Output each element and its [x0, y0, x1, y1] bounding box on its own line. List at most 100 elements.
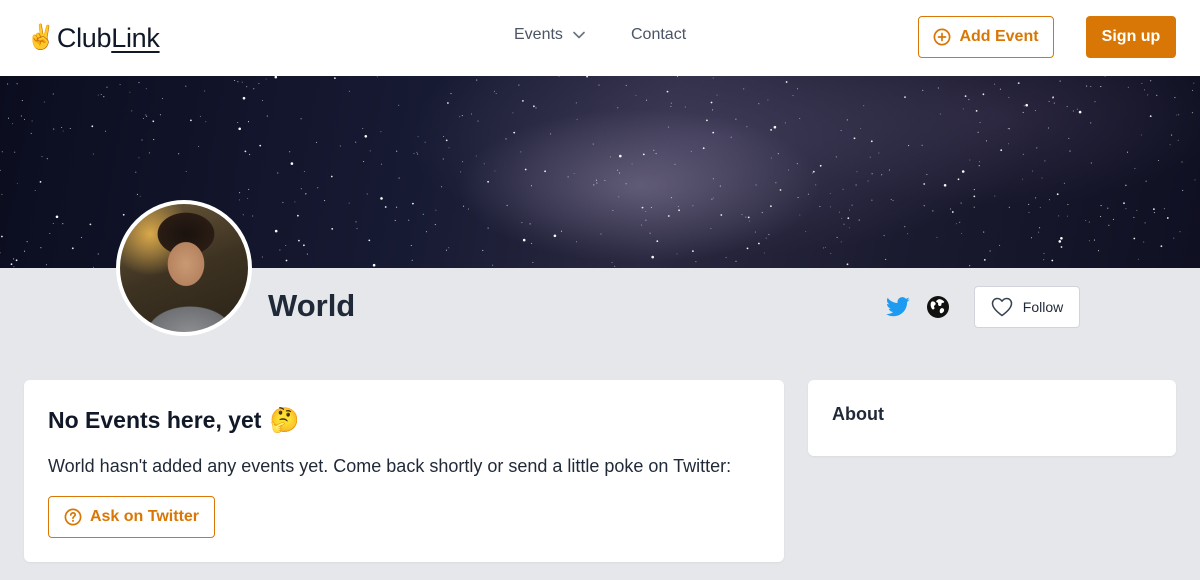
star — [1053, 102, 1055, 104]
star — [1143, 89, 1146, 91]
star — [15, 259, 18, 262]
star — [677, 205, 679, 207]
star — [567, 176, 569, 178]
star — [1163, 208, 1165, 210]
star — [642, 153, 645, 156]
star — [62, 130, 64, 132]
star — [521, 222, 523, 224]
follow-button[interactable]: Follow — [974, 286, 1080, 328]
victory-hand-icon: ✌️ — [26, 24, 56, 51]
star — [535, 107, 537, 109]
star — [1025, 103, 1028, 107]
star — [983, 231, 985, 233]
star — [670, 102, 672, 104]
star — [1169, 144, 1171, 146]
star — [1153, 212, 1155, 214]
add-event-button[interactable]: Add Event — [918, 16, 1054, 58]
star — [259, 144, 262, 147]
ask-on-twitter-button[interactable]: Ask on Twitter — [48, 496, 215, 538]
star — [667, 215, 670, 217]
star — [651, 255, 654, 259]
star — [676, 253, 678, 255]
star — [131, 110, 133, 112]
star — [104, 130, 107, 132]
star — [745, 216, 747, 218]
star — [53, 128, 55, 130]
star — [819, 205, 821, 208]
twitter-icon[interactable] — [886, 296, 910, 318]
star — [755, 184, 757, 186]
ask-on-twitter-label: Ask on Twitter — [89, 508, 200, 525]
star — [645, 210, 647, 213]
star — [758, 242, 760, 245]
star — [141, 139, 143, 141]
add-event-label: Add Event — [959, 28, 1039, 45]
nav-events-label: Events — [514, 26, 563, 43]
top-navigation-bar: ✌️ Club Link Events Contact Add Event Si… — [0, 0, 1200, 76]
star — [1051, 259, 1054, 262]
star — [92, 266, 95, 268]
star — [1100, 86, 1102, 88]
nav-events-dropdown[interactable]: Events — [514, 26, 585, 44]
globe-icon[interactable] — [926, 295, 950, 319]
star — [100, 93, 102, 96]
star — [796, 163, 798, 165]
star — [494, 170, 496, 172]
star — [1160, 245, 1163, 248]
star — [241, 81, 243, 83]
star — [871, 199, 873, 201]
star — [720, 214, 723, 216]
star — [631, 163, 633, 165]
star — [7, 117, 10, 119]
star — [460, 171, 462, 173]
star — [372, 263, 376, 267]
clublink-logo[interactable]: ✌️ Club Link — [26, 22, 160, 54]
star — [881, 174, 883, 176]
star — [710, 101, 713, 104]
question-circle-icon — [64, 508, 82, 526]
star — [999, 88, 1001, 90]
star — [1031, 170, 1034, 172]
star — [274, 229, 278, 233]
star — [1174, 97, 1176, 99]
star — [1008, 128, 1010, 130]
star — [1182, 189, 1184, 191]
sign-up-button[interactable]: Sign up — [1086, 16, 1176, 58]
star — [289, 151, 291, 153]
star — [238, 199, 240, 201]
star — [670, 105, 672, 107]
star — [712, 131, 715, 134]
star — [152, 120, 155, 123]
nav-contact-link[interactable]: Contact — [631, 26, 686, 44]
star — [994, 83, 996, 85]
star — [1038, 231, 1040, 233]
star — [761, 212, 763, 214]
star — [410, 244, 412, 247]
star — [1133, 237, 1136, 240]
star — [1041, 177, 1043, 179]
about-title: About — [832, 404, 884, 424]
star — [975, 110, 978, 112]
star — [1088, 221, 1090, 223]
star — [204, 90, 206, 92]
star — [1191, 112, 1193, 114]
star — [923, 183, 926, 185]
star — [237, 81, 239, 83]
star — [1145, 180, 1147, 182]
star — [847, 217, 850, 220]
star — [867, 180, 869, 182]
star — [266, 115, 268, 117]
star — [841, 217, 843, 219]
star — [1156, 94, 1158, 96]
star — [645, 219, 647, 221]
star — [1, 151, 3, 153]
star — [860, 127, 862, 129]
star — [1022, 178, 1024, 180]
star — [747, 216, 750, 219]
star — [692, 205, 694, 207]
star — [1127, 86, 1129, 88]
star — [908, 145, 910, 147]
star — [448, 147, 450, 149]
star — [258, 82, 260, 85]
star — [746, 126, 748, 128]
